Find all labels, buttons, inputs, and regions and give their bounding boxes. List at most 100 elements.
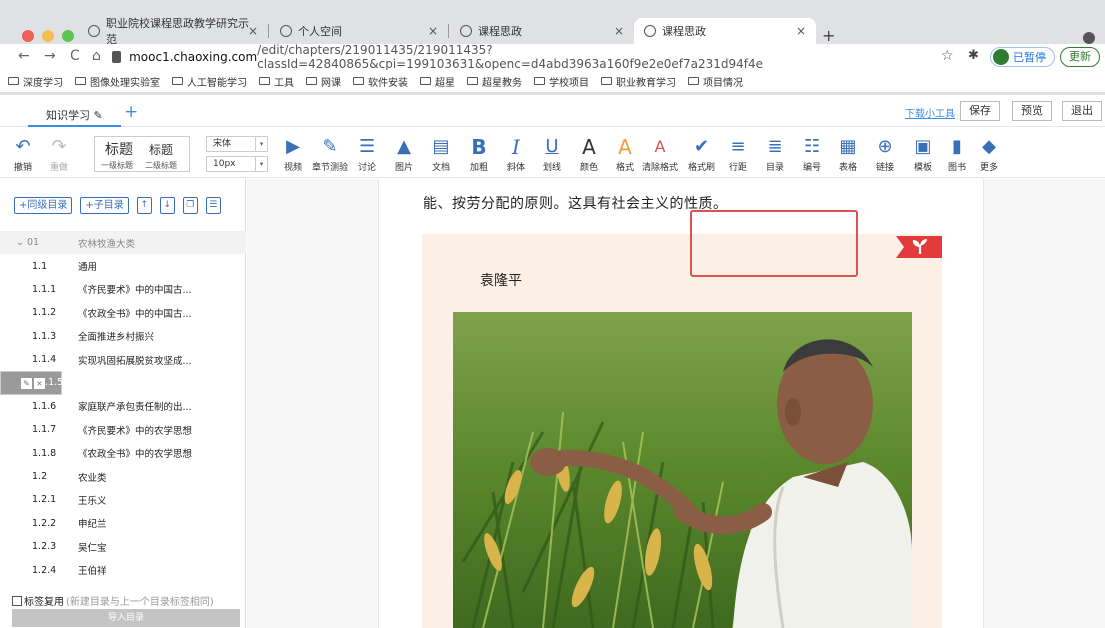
bookmark-folder[interactable]: 项目情况 xyxy=(688,74,743,89)
home-icon[interactable]: ⌂ xyxy=(92,48,101,64)
italic-button[interactable]: I 斜体 xyxy=(507,134,525,173)
forward-icon[interactable]: → xyxy=(44,48,56,64)
chapter-quiz-button[interactable]: ✎ 章节测验 xyxy=(312,134,348,173)
tree-row[interactable]: 1.1.1 《齐民要术》中的中国古... xyxy=(0,278,246,301)
tree-row[interactable]: 1.2.3 吴仁宝 xyxy=(0,535,246,558)
copy-icon[interactable]: ❐ xyxy=(182,197,198,214)
numbering-button[interactable]: ☷ 编号 xyxy=(803,134,821,173)
outline-icon[interactable]: ☰ xyxy=(205,197,221,214)
tree-row[interactable]: 1.2.4 王伯祥 xyxy=(0,558,246,581)
bold-button[interactable]: B 加粗 xyxy=(470,134,488,173)
font-size-select[interactable]: 10px ▾ xyxy=(206,156,268,172)
exit-button[interactable]: 退出 xyxy=(1062,101,1102,121)
profile-status-label: 已暂停 xyxy=(1013,51,1046,64)
browser-tab[interactable]: 个人空间 × xyxy=(270,18,448,44)
browser-tab[interactable]: 课程思政 × xyxy=(450,18,634,44)
tree-row[interactable]: 1.1.2 《农政全书》中的中国古... xyxy=(0,301,246,324)
bookmark-folder[interactable]: 网课 xyxy=(306,74,341,89)
update-button[interactable]: 更新 xyxy=(1060,47,1100,67)
discussion-button[interactable]: ☰ 讨论 xyxy=(358,134,376,173)
tree-row-selected[interactable]: 1.1.5 农业的社会主义改造 ✎ × xyxy=(0,371,171,395)
download-tool-link[interactable]: 下载小工具 xyxy=(905,105,955,120)
reload-icon[interactable]: C xyxy=(70,48,80,64)
delete-icon[interactable]: × xyxy=(34,378,45,390)
edit-icon[interactable]: ✎ xyxy=(21,378,32,390)
font-color-button[interactable]: A 颜色 xyxy=(580,134,598,173)
tag-reuse-option[interactable]: 标签复用 (新建目录与上一个目录标签相同) xyxy=(12,593,214,608)
bookmark-star-icon[interactable]: ☆ xyxy=(941,48,954,64)
underline-button[interactable]: U 划线 xyxy=(543,134,561,173)
video-button[interactable]: ▶ 视频 xyxy=(284,134,302,173)
more-button[interactable]: ◆ 更多 xyxy=(980,134,998,173)
tree-item-number: 1.2.2 xyxy=(32,517,57,529)
add-tab-button[interactable]: + xyxy=(124,102,138,122)
undo-button[interactable]: ↶ 撤销 xyxy=(14,134,32,173)
back-icon[interactable]: ← xyxy=(18,48,30,64)
bookmark-folder[interactable]: 工具 xyxy=(259,74,294,89)
tree-row[interactable]: 1.2 农业类 xyxy=(0,465,246,488)
bookmark-folder[interactable]: 软件安装 xyxy=(353,74,408,89)
tree-row[interactable]: 1.2.1 王乐义 xyxy=(0,488,246,511)
add-sibling-chapter-button[interactable]: +同级目录 xyxy=(14,197,73,214)
add-child-chapter-button[interactable]: +子目录 xyxy=(80,197,129,214)
table-button[interactable]: ▦ 表格 xyxy=(839,134,857,173)
heading1-button[interactable]: 标题 xyxy=(105,139,133,159)
browser-menu-icon[interactable] xyxy=(1083,32,1095,44)
minimize-window-button[interactable] xyxy=(42,30,54,42)
image-button[interactable]: ▲ 图片 xyxy=(395,134,413,173)
toc-button[interactable]: ≣ 目录 xyxy=(766,134,784,173)
toc-icon: ≣ xyxy=(767,136,783,157)
bookmark-folder[interactable]: 职业教育学习 xyxy=(601,74,676,89)
bookmark-folder[interactable]: 超星教务 xyxy=(467,74,522,89)
font-family-select[interactable]: 宋体 ▾ xyxy=(206,136,268,152)
url-field[interactable]: mooc1.chaoxing.com/edit/chapters/2190114… xyxy=(112,43,932,71)
tree-row[interactable]: 1.1.8 《农政全书》中的农学思想 xyxy=(0,442,246,465)
format-painter-button[interactable]: ✔ 格式刷 xyxy=(688,134,715,173)
heading2-button[interactable]: 标题 xyxy=(149,141,173,158)
document-button[interactable]: ▤ 文档 xyxy=(432,134,450,173)
import-chapters-button[interactable]: 导入目录 xyxy=(12,609,240,627)
tree-row[interactable]: 1.1 通用 xyxy=(0,254,246,277)
close-tab-icon[interactable]: × xyxy=(796,24,806,38)
link-button[interactable]: ⊕ 链接 xyxy=(876,134,894,173)
zoom-window-button[interactable] xyxy=(62,30,74,42)
editor-page[interactable]: 能、按劳分配的原则。这具有社会主义的性质。 袁隆平 xyxy=(378,179,984,628)
tree-row[interactable]: 1.1.7 《齐民要术》中的农学思想 xyxy=(0,418,246,441)
book-button[interactable]: ▮ 图书 xyxy=(948,134,966,173)
format-button[interactable]: A 格式 xyxy=(616,134,634,173)
tree-row[interactable]: 1.1.4 实现巩固拓展脱贫攻坚成... xyxy=(0,348,246,371)
close-tab-icon[interactable]: × xyxy=(614,24,624,38)
save-button[interactable]: 保存 xyxy=(960,101,1000,121)
clear-format-button[interactable]: A 清除格式 xyxy=(642,134,678,173)
bookmark-folder[interactable]: 超星 xyxy=(420,74,455,89)
preview-button[interactable]: 预览 xyxy=(1012,101,1052,121)
tag-reuse-checkbox[interactable] xyxy=(12,595,22,606)
bookmark-folder[interactable]: 人工智能学习 xyxy=(172,74,247,89)
close-window-button[interactable] xyxy=(22,30,34,42)
move-up-icon[interactable]: ↑ xyxy=(136,197,152,214)
underline-icon: U xyxy=(545,136,559,157)
tree-item-number: 1.2.3 xyxy=(32,541,57,553)
folder-icon xyxy=(353,77,364,85)
tree-row[interactable]: 1.1.6 家庭联产承包责任制的出... xyxy=(0,395,246,418)
pencil-icon[interactable]: ✎ xyxy=(94,109,103,122)
tab-divider xyxy=(268,24,269,38)
bookmark-folder[interactable]: 图像处理实验室 xyxy=(75,74,160,89)
bookmark-folder[interactable]: 深度学习 xyxy=(8,74,63,89)
line-spacing-button[interactable]: ≡ 行距 xyxy=(729,134,747,173)
browser-tab[interactable]: 职业院校课程思政教学研究示范 × xyxy=(78,17,268,46)
browser-tab-active[interactable]: 课程思政 × xyxy=(634,18,816,44)
redo-button[interactable]: ↷ 重做 xyxy=(50,134,68,173)
close-tab-icon[interactable]: × xyxy=(428,24,438,38)
close-tab-icon[interactable]: × xyxy=(248,24,258,38)
extensions-icon[interactable]: ✱ xyxy=(968,48,979,63)
template-button[interactable]: ▣ 模板 xyxy=(914,134,932,173)
move-down-icon[interactable]: ↓ xyxy=(159,197,175,214)
tree-group-row[interactable]: ⌄ 01 农林牧渔大类 xyxy=(0,231,246,255)
tree-row[interactable]: 1.1.3 全面推进乡村振兴 xyxy=(0,325,246,348)
profile-status-chip[interactable]: 已暂停 xyxy=(990,47,1055,67)
tab-knowledge-learning[interactable]: 知识学习 ✎ xyxy=(28,101,121,127)
tree-row[interactable]: 1.2.2 申纪兰 xyxy=(0,512,246,535)
tree-item-title: 申纪兰 xyxy=(78,519,107,531)
bookmark-folder[interactable]: 学校项目 xyxy=(534,74,589,89)
